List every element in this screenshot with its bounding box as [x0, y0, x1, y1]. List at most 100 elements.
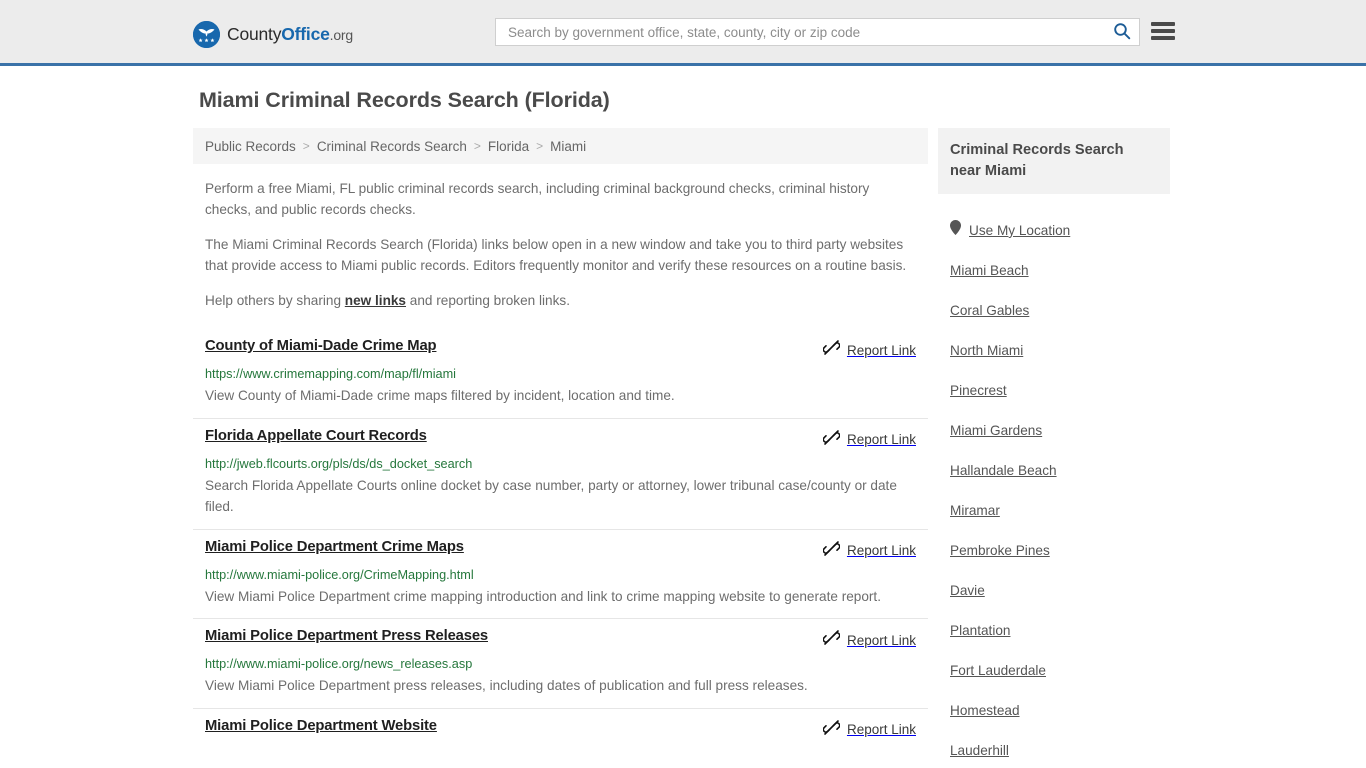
search-bar[interactable] [495, 18, 1140, 46]
nearby-city-item: Plantation [950, 622, 1158, 640]
nearby-city-item: Lauderhill [950, 742, 1158, 760]
hamburger-bar [1151, 29, 1175, 33]
breadcrumb-item-1[interactable]: Public Records [205, 139, 296, 154]
result-item: County of Miami-Dade Crime Map Report Lin… [193, 329, 928, 417]
nearby-city-link[interactable]: Fort Lauderdale [950, 663, 1046, 678]
page-title: Miami Criminal Records Search (Florida) [199, 88, 610, 112]
report-link-label: Report Link [846, 432, 916, 448]
result-header: Miami Police Department Crime Maps Report… [205, 539, 916, 562]
nearby-city-item: Hallandale Beach [950, 462, 1158, 480]
nearby-city-link[interactable]: North Miami [950, 343, 1023, 358]
hamburger-bar [1151, 22, 1175, 26]
breadcrumb-item-2[interactable]: Criminal Records Search [317, 139, 467, 154]
broken-link-icon [822, 719, 841, 741]
nearby-city-link[interactable]: Pembroke Pines [950, 543, 1050, 558]
result-title-link[interactable]: Miami Police Department Website [205, 718, 437, 734]
nearby-city-link[interactable]: Homestead [950, 703, 1020, 718]
nearby-city-item: Pinecrest [950, 382, 1158, 400]
broken-link-icon [822, 629, 841, 651]
result-item: Miami Police Department Website Report Li… [193, 707, 928, 752]
result-url[interactable]: http://www.miami-police.org/news_release… [205, 657, 916, 671]
nearby-city-item: North Miami [950, 342, 1158, 360]
intro-p3-before: Help others by sharing [205, 293, 345, 309]
breadcrumb-item-4[interactable]: Miami [550, 139, 586, 154]
intro-paragraph-3: Help others by sharing new links and rep… [205, 290, 916, 311]
map-pin-icon [950, 220, 961, 240]
breadcrumb-separator: > [536, 139, 544, 153]
result-header: Florida Appellate Court Records Report Li… [205, 428, 916, 451]
broken-link-icon [822, 540, 841, 562]
hamburger-menu-icon[interactable] [1151, 20, 1175, 42]
result-url[interactable]: http://jweb.flcourts.org/pls/ds/ds_docke… [205, 457, 916, 471]
result-url[interactable]: http://www.miami-police.org/CrimeMapping… [205, 568, 916, 582]
site-logo[interactable]: CountyOffice.org [193, 21, 353, 48]
nearby-city-item: Coral Gables [950, 302, 1158, 320]
nearby-city-link[interactable]: Miramar [950, 503, 1000, 518]
breadcrumb-separator: > [302, 139, 310, 153]
intro-paragraph-1: Perform a free Miami, FL public criminal… [205, 181, 870, 218]
nearby-city-item: Pembroke Pines [950, 542, 1158, 560]
logo-text-county: County [227, 24, 282, 44]
result-description: View County of Miami-Dade crime maps fil… [205, 388, 675, 404]
main-content: Public Records > Criminal Records Search > F… [193, 128, 928, 752]
nearby-city-link[interactable]: Pinecrest [950, 383, 1007, 398]
result-item: Miami Police Department Crime Maps Report… [193, 528, 928, 618]
nearby-city-link[interactable]: Davie [950, 583, 985, 598]
nearby-city-link[interactable]: Hallandale Beach [950, 463, 1057, 478]
report-link-button[interactable]: Report Link [822, 540, 916, 562]
intro-section: Perform a free Miami, FL public criminal… [193, 178, 928, 311]
broken-link-icon [822, 429, 841, 451]
result-description: View Miami Police Department press relea… [205, 678, 808, 694]
report-link-label: Report Link [846, 543, 916, 559]
report-link-button[interactable]: Report Link [822, 339, 916, 361]
nearby-city-item: Davie [950, 582, 1158, 600]
breadcrumb-item-3[interactable]: Florida [488, 139, 529, 154]
search-button[interactable] [1111, 22, 1133, 43]
hamburger-bar [1151, 36, 1175, 40]
nearby-city-item: Homestead [950, 702, 1158, 720]
nearby-city-item: Miramar [950, 502, 1158, 520]
result-title-link[interactable]: County of Miami-Dade Crime Map [205, 338, 437, 354]
report-link-label: Report Link [846, 632, 916, 648]
nearby-city-item: Miami Beach [950, 262, 1158, 280]
report-link-label: Report Link [846, 342, 916, 358]
nearby-city-link[interactable]: Miami Gardens [950, 423, 1042, 438]
report-link-button[interactable]: Report Link [822, 429, 916, 451]
result-description: Search Florida Appellate Courts online d… [205, 477, 897, 515]
result-header: County of Miami-Dade Crime Map Report Lin… [205, 338, 916, 361]
search-icon [1113, 22, 1131, 43]
result-header: Miami Police Department Press Releases Re… [205, 628, 916, 651]
breadcrumb: Public Records > Criminal Records Search > F… [193, 128, 928, 164]
county-office-eagle-logo-icon [193, 21, 220, 48]
result-url[interactable]: https://www.crimemapping.com/map/fl/miam… [205, 367, 916, 381]
use-my-location-link[interactable]: Use My Location [969, 223, 1070, 238]
nearby-city-item: Miami Gardens [950, 422, 1158, 440]
sidebar: Criminal Records Search near Miami Use M… [938, 128, 1170, 768]
report-link-button[interactable]: Report Link [822, 719, 916, 741]
nearby-city-link[interactable]: Coral Gables [950, 303, 1029, 318]
broken-link-icon [822, 339, 841, 361]
result-title-link[interactable]: Miami Police Department Crime Maps [205, 539, 464, 555]
nearby-city-link[interactable]: Miami Beach [950, 263, 1029, 278]
intro-p3-after: and reporting broken links. [406, 293, 570, 309]
nearby-city-link[interactable]: Lauderhill [950, 743, 1009, 758]
search-input[interactable] [506, 19, 1111, 45]
site-logo-text: CountyOffice.org [227, 24, 353, 45]
report-link-label: Report Link [846, 722, 916, 738]
site-header: CountyOffice.org [0, 0, 1366, 66]
nearby-cities-list: Miami Beach Coral Gables North Miami Pinecr… [938, 262, 1170, 760]
breadcrumb-separator: > [473, 139, 481, 153]
intro-paragraph-2: The Miami Criminal Records Search (Flori… [205, 237, 907, 274]
new-links-link[interactable]: new links [345, 293, 406, 308]
results-list: County of Miami-Dade Crime Map Report Lin… [193, 329, 928, 751]
result-title-link[interactable]: Florida Appellate Court Records [205, 428, 427, 444]
use-my-location-row[interactable]: Use My Location [938, 220, 1170, 240]
result-item: Florida Appellate Court Records Report Li… [193, 417, 928, 529]
result-header: Miami Police Department Website Report Li… [205, 718, 916, 741]
sidebar-panel-title: Criminal Records Search near Miami [938, 128, 1170, 195]
report-link-button[interactable]: Report Link [822, 629, 916, 651]
nearby-city-item: Fort Lauderdale [950, 662, 1158, 680]
logo-text-office: Office [281, 24, 330, 44]
nearby-city-link[interactable]: Plantation [950, 623, 1010, 638]
result-title-link[interactable]: Miami Police Department Press Releases [205, 628, 488, 644]
